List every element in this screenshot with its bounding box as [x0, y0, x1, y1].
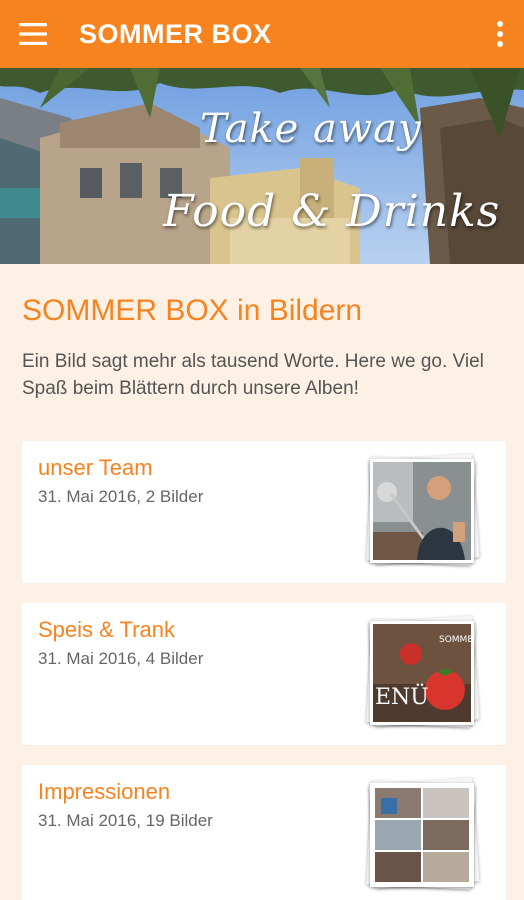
thumb-text-menu: ENÜ	[375, 683, 429, 710]
album-thumbnail: SOMMER ENÜ	[366, 615, 480, 729]
album-card-unser-team[interactable]: unser Team 31. Mai 2016, 2 Bilder	[22, 441, 506, 583]
hamburger-menu-icon	[19, 23, 47, 45]
album-thumbnail	[366, 777, 480, 891]
intro-text: Ein Bild sagt mehr als tausend Worte. He…	[22, 351, 484, 399]
tomato-menu-image: SOMMER ENÜ	[373, 624, 471, 722]
album-meta: 31. Mai 2016, 2 Bilder	[38, 487, 204, 506]
more-vert-icon	[497, 21, 503, 47]
album-meta: 31. Mai 2016, 19 Bilder	[38, 811, 213, 830]
album-thumbnail	[366, 453, 480, 567]
team-photo-image	[373, 462, 471, 560]
app-bar: SOMMER BOX	[0, 0, 524, 68]
album-title: Speis & Trank	[38, 617, 175, 642]
album-meta: 31. Mai 2016, 4 Bilder	[38, 649, 204, 668]
overflow-menu-button[interactable]	[492, 18, 508, 50]
album-card-speis-trank[interactable]: Speis & Trank 31. Mai 2016, 4 Bilder SOM…	[22, 603, 506, 745]
hero-line-take-away: Take away	[200, 106, 422, 152]
content-area: SOMMER BOX in Bildern Ein Bild sagt mehr…	[0, 264, 524, 900]
app-title: SOMMER BOX	[79, 18, 272, 49]
album-title: Impressionen	[38, 779, 171, 804]
impressions-collage-image	[373, 786, 471, 884]
album-title: unser Team	[38, 455, 153, 480]
menu-button[interactable]	[16, 17, 50, 51]
hero-banner: Take away Food & Drinks	[0, 68, 524, 264]
thumb-text-sommer: SOMMER	[439, 635, 471, 645]
hero-text: Take away Food & Drinks	[0, 68, 524, 264]
hero-line-food-drinks: Food & Drinks	[163, 186, 501, 237]
section-title: SOMMER BOX in Bildern	[22, 294, 363, 327]
album-card-impressionen[interactable]: Impressionen 31. Mai 2016, 19 Bilder	[22, 765, 506, 900]
